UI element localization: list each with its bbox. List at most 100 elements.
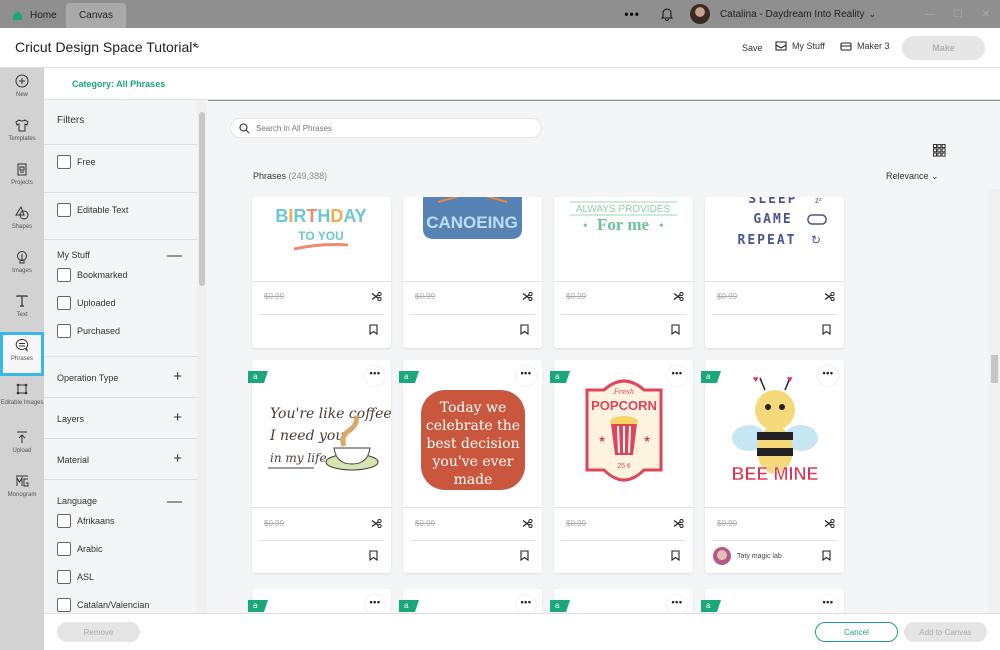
sort-dropdown[interactable]: Relevance ⌄ [886,171,939,182]
remove-button[interactable]: Remove [57,622,140,642]
my-stuff-button[interactable]: My Stuff [775,41,825,51]
chevron-down-icon[interactable]: ⌄ [868,9,876,20]
phrase-card[interactable]: SLEEP zᶻ GAME REPEAT ↻ $0.99 [705,197,844,348]
phrase-card[interactable]: CANOEING $0.99 [403,197,542,348]
rail-templates[interactable]: Templates [0,112,44,156]
filter-layers-section[interactable]: Layers + [44,398,197,439]
bookmark-icon[interactable] [822,324,831,335]
phrase-card[interactable]: BIRTHDAY TO YOU $0.99 [252,197,391,348]
more-options-button[interactable]: ••• [365,595,385,613]
filter-mystuff-section: My Stuff — Bookmarked Uploaded Purchased [44,240,197,357]
scissors-icon [371,292,382,301]
maximize-button[interactable]: ☐ [944,9,972,20]
filter-purchased-checkbox[interactable]: Purchased [57,324,120,338]
bookmark-icon[interactable] [369,324,378,335]
speech-bubble-icon [15,338,29,352]
author[interactable]: Taty magic lab [713,547,782,565]
filter-operation-section[interactable]: Operation Type + [44,357,197,398]
scissors-icon [673,292,684,301]
phrase-card[interactable]: You're like coffee, I need you in my lif… [248,360,391,573]
chevron-down-icon[interactable]: ⌄ [193,40,201,51]
search-field[interactable] [230,118,542,138]
tab-canvas[interactable]: Canvas [66,3,126,28]
rail-monogram[interactable]: Monogram [0,468,44,512]
rail-upload[interactable]: Upload [0,424,44,468]
bookmark-icon[interactable] [671,550,680,561]
scissors-icon [824,292,835,301]
canoeing-artwork: CANOEING [423,197,522,239]
rail-label: New [15,92,28,98]
more-options-button[interactable]: ••• [667,366,687,386]
filter-afrikaans-checkbox[interactable]: Afrikaans [57,514,115,528]
filter-bookmarked-checkbox[interactable]: Bookmarked [57,268,128,282]
rail-images[interactable]: Images [0,244,44,288]
bookmark-icon[interactable] [520,550,529,561]
bookmark-icon[interactable] [671,324,680,335]
more-options-button[interactable]: ••• [365,366,385,386]
minimize-button[interactable]: — [916,9,944,20]
phrase-thumbnail[interactable]: SLEEP zᶻ GAME REPEAT ↻ [705,197,844,282]
phrase-thumbnail[interactable]: CANOEING [403,197,542,282]
phrase-card[interactable]: a ••• [399,589,542,613]
expand-icon[interactable]: + [173,410,182,425]
phrase-thumbnail[interactable]: ALWAYS PROVIDES For me ✦ ✦ [554,197,693,282]
material-title: Material [57,455,90,465]
more-options-button[interactable]: ••• [818,366,838,386]
close-button[interactable]: ✕ [972,9,1000,20]
bell-icon[interactable] [660,7,674,21]
collapse-icon[interactable]: — [167,494,182,509]
make-button[interactable]: Make [902,36,985,60]
phrase-thumbnail[interactable]: BIRTHDAY TO YOU [252,197,391,282]
more-options-button[interactable]: ••• [818,595,838,613]
filter-uploaded-checkbox[interactable]: Uploaded [57,296,116,310]
phrase-card[interactable]: a ••• [550,589,693,613]
rail-projects[interactable]: Projects [0,156,44,200]
filters-scrollbar-thumb[interactable] [199,112,205,286]
phrase-card[interactable]: ALWAYS PROVIDES For me ✦ ✦ $0.99 [554,197,693,348]
phrase-card[interactable]: Fresh POPCORN ★ ★ 25 ¢ a ••• $0.99 [550,360,693,573]
user-name[interactable]: Catalina - Daydream Into Reality [720,9,865,20]
collapse-icon[interactable]: — [167,248,182,263]
expand-icon[interactable]: + [173,369,182,384]
filter-arabic-checkbox[interactable]: Arabic [57,542,103,556]
expand-icon[interactable]: + [173,451,182,466]
phrase-card[interactable]: ♥ ♥ BEE MINE a ••• $0.99 Taty magic lab [701,360,844,573]
results-scrollbar-thumb[interactable] [991,355,998,383]
svg-text:♥: ♥ [787,374,792,384]
more-options-button[interactable]: ••• [667,595,687,613]
bookmark-icon[interactable] [822,550,831,561]
filter-asl-checkbox[interactable]: ASL [57,570,94,584]
phrase-card[interactable]: a ••• [701,589,844,613]
bookmark-icon[interactable] [520,324,529,335]
phrase-card[interactable]: Today we celebrate the best decision you… [399,360,542,573]
more-options-button[interactable]: ••• [516,595,536,613]
cancel-button[interactable]: Cancel [815,622,898,642]
results-label: Phrases [253,171,287,181]
grid-view-icon[interactable] [933,144,946,157]
category-label[interactable]: Category: All Phrases [72,79,165,89]
inbox-icon [775,41,787,51]
save-button[interactable]: Save [742,43,763,53]
user-avatar[interactable] [689,4,710,24]
rail-new[interactable]: New [0,68,44,112]
rail-text[interactable]: Text [0,288,44,332]
tab-home[interactable]: Home [0,3,64,28]
project-title[interactable]: Cricut Design Space Tutorial* [15,39,198,55]
results-scrollbar[interactable] [989,189,1000,613]
more-options-button[interactable]: ••• [624,7,640,21]
scissors-icon [673,519,684,528]
machine-selector[interactable]: Maker 3 [840,41,890,51]
search-input[interactable] [256,123,516,133]
phrase-card[interactable]: a ••• [248,589,391,613]
rail-label: Upload [12,448,32,454]
rail-editable-images[interactable]: Editable Images [0,376,44,420]
filter-material-section[interactable]: Material + [44,439,197,480]
add-to-canvas-button[interactable]: Add to Canvas [904,622,987,642]
rail-shapes[interactable]: Shapes [0,200,44,244]
rail-phrases[interactable]: Phrases [0,332,44,376]
bookmark-icon[interactable] [369,550,378,561]
filter-free-checkbox[interactable]: Free [57,155,96,169]
filter-editable-text-checkbox[interactable]: Editable Text [57,203,128,217]
filter-catalan-checkbox[interactable]: Catalan/Valencian [57,598,149,612]
more-options-button[interactable]: ••• [516,366,536,386]
